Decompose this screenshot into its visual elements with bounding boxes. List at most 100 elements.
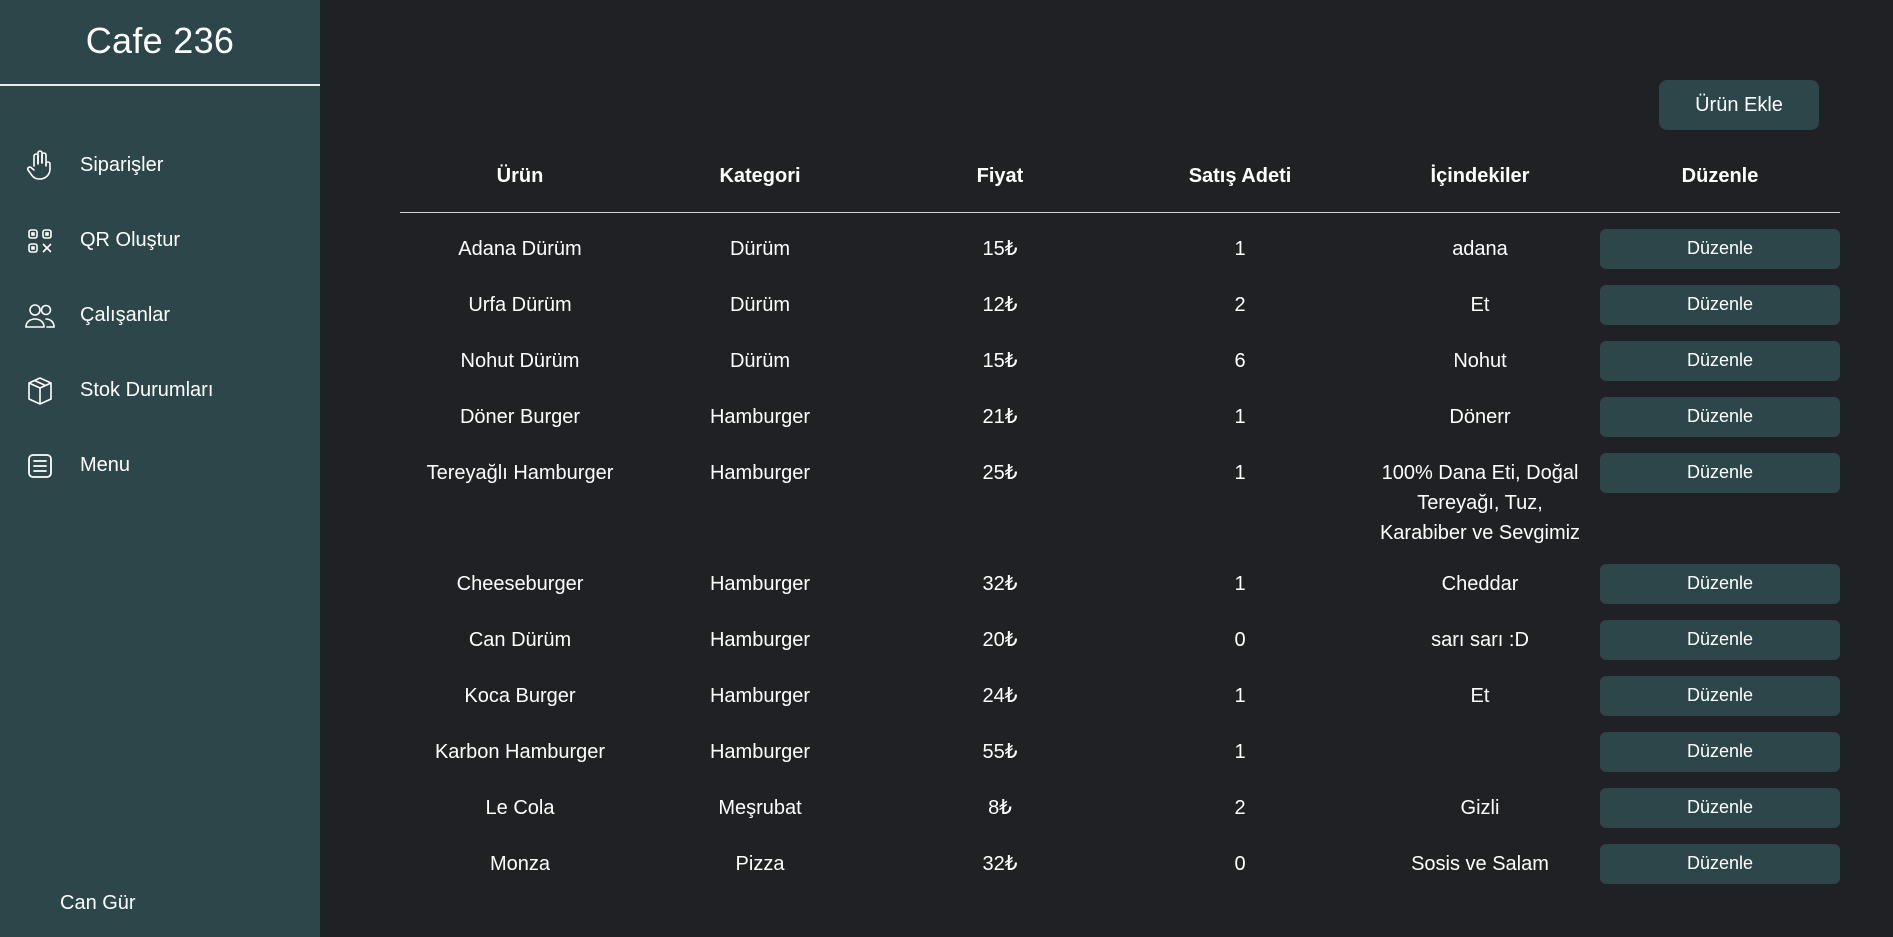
sidebar-item-siparisler[interactable]: Siparişler (0, 128, 320, 203)
add-product-button[interactable]: Ürün Ekle (1659, 80, 1819, 130)
sidebar: Cafe 236 Siparişler QR Oluştur Çalışanla… (0, 0, 320, 937)
table-row: Monza Pizza 32₺ 0 Sosis ve Salam Düzenle (400, 828, 1840, 884)
qr-code-icon (24, 225, 56, 257)
cell-ingredients (1360, 716, 1600, 772)
products-table: Ürün Kategori Fiyat Satış Adeti İçindeki… (400, 150, 1840, 884)
cell-category: Hamburger (709, 572, 811, 595)
cell-product: Can Dürüm (468, 628, 572, 651)
edit-button[interactable]: Düzenle (1600, 228, 1840, 269)
cell-sales: 1 (1234, 405, 1246, 428)
cell-edit: Düzenle (1600, 548, 1840, 604)
sidebar-item-calisanlar[interactable]: Çalışanlar (0, 278, 320, 353)
table-row: Cheeseburger Hamburger 32₺ 1 Cheddar Düzenle (400, 548, 1840, 604)
cell-ingredients: Nohut (1453, 349, 1507, 372)
box-icon (24, 375, 56, 407)
cell-sales: 0 (1234, 628, 1246, 651)
cell-price: 15₺ (982, 349, 1018, 372)
cell-price: 32₺ (982, 852, 1018, 875)
cell-sales: 0 (1234, 852, 1246, 875)
cell-edit: Düzenle (1600, 212, 1840, 269)
edit-button[interactable]: Düzenle (1600, 452, 1840, 493)
table-row: Karbon Hamburger Hamburger 55₺ 1 Düzenle (400, 716, 1840, 772)
sidebar-item-label: Stok Durumları (80, 379, 214, 401)
cell-edit: Düzenle (1600, 772, 1840, 828)
table-row: Döner Burger Hamburger 21₺ 1 Dönerr Düzenle (400, 381, 1840, 437)
cell-product: Döner Burger (459, 405, 581, 428)
edit-button[interactable]: Düzenle (1600, 843, 1840, 884)
main-content: Ürün Ekle Ürün Kategori Fiyat Satış Adet… (320, 0, 1893, 937)
cell-product: Tereyağlı Hamburger (426, 461, 614, 484)
cell-sales: 1 (1234, 684, 1246, 707)
cell-sales: 6 (1234, 349, 1246, 372)
edit-button[interactable]: Düzenle (1600, 340, 1840, 381)
edit-button[interactable]: Düzenle (1600, 284, 1840, 325)
cell-edit: Düzenle (1600, 828, 1840, 884)
cell-price: 21₺ (982, 405, 1018, 428)
cell-sales: 1 (1234, 461, 1246, 484)
cell-ingredients: adana (1452, 237, 1508, 260)
sidebar-item-label: QR Oluştur (80, 229, 181, 251)
cell-ingredients: Et (1470, 293, 1490, 316)
sidebar-item-label: Çalışanlar (80, 304, 171, 326)
cell-ingredients: Et (1470, 684, 1490, 707)
cell-category: Dürüm (729, 293, 790, 316)
users-icon (24, 300, 56, 332)
column-header-category: Kategori (640, 150, 880, 213)
cell-ingredients: Sosis ve Salam (1411, 852, 1549, 875)
sidebar-item-qr[interactable]: QR Oluştur (0, 203, 320, 278)
edit-button[interactable]: Düzenle (1600, 787, 1840, 828)
column-header-sales: Satış Adeti (1120, 150, 1360, 213)
sidebar-item-stok[interactable]: Stok Durumları (0, 353, 320, 428)
hand-icon (24, 149, 56, 182)
table-row: Tereyağlı Hamburger Hamburger 25₺ 1 100% Dan… (400, 437, 1840, 548)
cell-sales: 2 (1234, 293, 1246, 316)
sidebar-item-label: Siparişler (80, 154, 164, 176)
cell-edit: Düzenle (1600, 325, 1840, 381)
edit-button[interactable]: Düzenle (1600, 396, 1840, 437)
cell-ingredients: Dönerr (1449, 405, 1511, 428)
cell-product: Karbon Hamburger (434, 740, 606, 763)
column-header-edit: Düzenle (1600, 150, 1840, 213)
cell-sales: 1 (1234, 237, 1246, 260)
cell-product: Urfa Dürüm (468, 293, 572, 316)
cell-price: 15₺ (982, 237, 1018, 260)
table-row: Adana Dürüm Dürüm 15₺ 1 adana Düzenle (400, 212, 1840, 269)
cell-price: 24₺ (982, 684, 1018, 707)
cell-category: Pizza (735, 852, 785, 875)
cell-ingredients: sarı sarı :D (1431, 628, 1529, 651)
edit-button[interactable]: Düzenle (1600, 675, 1840, 716)
cell-category: Dürüm (729, 237, 790, 260)
cell-category: Meşrubat (718, 796, 802, 819)
edit-button[interactable]: Düzenle (1600, 731, 1840, 772)
cell-ingredients: Cheddar (1441, 572, 1519, 595)
cell-product: Le Cola (485, 796, 555, 819)
edit-button[interactable]: Düzenle (1600, 563, 1840, 604)
cell-price: 55₺ (982, 740, 1018, 763)
cell-edit: Düzenle (1600, 437, 1840, 548)
brand-title: Cafe 236 (0, 0, 320, 86)
cell-ingredients: 100% Dana Eti, Doğal Tereyağı, Tuz, Kara… (1379, 461, 1581, 544)
products-table-body: Adana Dürüm Dürüm 15₺ 1 adana Düzenle Urfa Dür… (400, 212, 1840, 884)
edit-button[interactable]: Düzenle (1600, 619, 1840, 660)
cell-price: 8₺ (988, 796, 1012, 819)
column-header-product: Ürün (400, 150, 640, 213)
table-row: Can Dürüm Hamburger 20₺ 0 sarı sarı :D Düzenl… (400, 604, 1840, 660)
cell-category: Dürüm (729, 349, 790, 372)
cell-edit: Düzenle (1600, 716, 1840, 772)
table-row: Le Cola Meşrubat 8₺ 2 Gizli Düzenle (400, 772, 1840, 828)
cell-product: Adana Dürüm (458, 237, 582, 260)
column-header-price: Fiyat (880, 150, 1120, 213)
sidebar-item-menu[interactable]: Menu (0, 428, 320, 503)
cell-edit: Düzenle (1600, 269, 1840, 325)
cell-ingredients: Gizli (1460, 796, 1500, 819)
user-name[interactable]: Can Gür (60, 892, 136, 915)
cell-category: Hamburger (709, 461, 811, 484)
cell-product: Monza (489, 852, 551, 875)
table-row: Urfa Dürüm Dürüm 12₺ 2 Et Düzenle (400, 269, 1840, 325)
sidebar-nav: Siparişler QR Oluştur Çalışanlar Stok Du… (0, 128, 320, 503)
list-icon (24, 450, 56, 482)
cell-product: Cheeseburger (456, 572, 584, 595)
cell-sales: 2 (1234, 796, 1246, 819)
cell-price: 25₺ (982, 461, 1018, 484)
cell-category: Hamburger (709, 628, 811, 651)
